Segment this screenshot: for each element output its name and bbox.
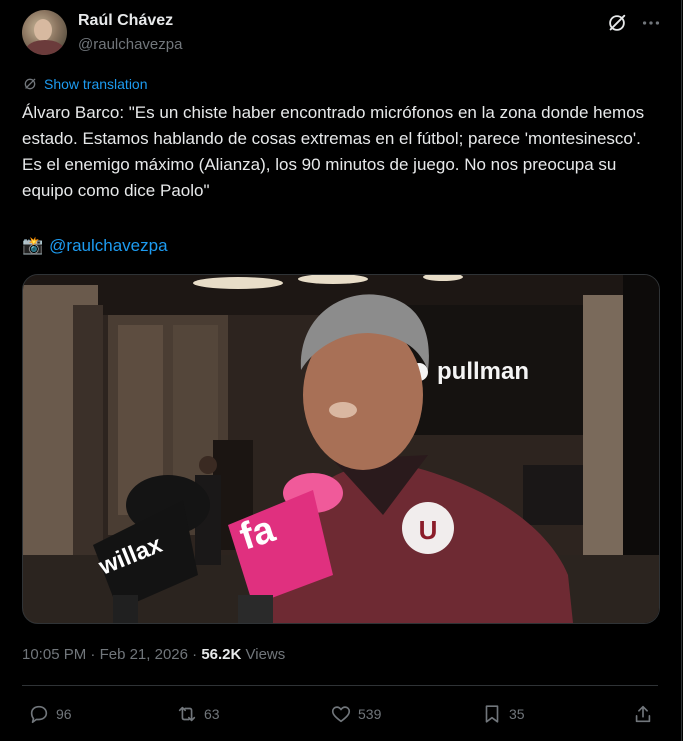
sign-text: pullman [437, 358, 529, 385]
tweet-meta: 10:05 PM · Feb 21, 2026 · 56.2K Views [22, 646, 285, 663]
share-icon [635, 705, 651, 723]
repost-button[interactable]: 63 [176, 701, 220, 727]
avatar[interactable] [22, 10, 67, 55]
photo-credit: 📸 @raulchavezpa [22, 236, 168, 256]
action-divider [22, 685, 658, 686]
tweet-time[interactable]: 10:05 PM [22, 646, 86, 663]
bookmark-count: 35 [509, 706, 525, 722]
shirt-badge-letter: U [419, 515, 438, 545]
views-label: Views [245, 646, 286, 663]
show-translation-label: Show translation [44, 76, 148, 92]
tweet-date[interactable]: Feb 21, 2026 [100, 646, 188, 663]
author-name[interactable]: Raúl Chávez [78, 12, 173, 30]
tweet: Raúl Chávez @raulchavezpa Show translati… [0, 0, 682, 741]
avatar-shirt [26, 40, 64, 55]
heart-icon [331, 706, 351, 723]
media-photo: pullman U willax fa [23, 275, 659, 623]
author-handle[interactable]: @raulchavezpa [78, 36, 182, 53]
camera-flash-icon: 📸 [22, 236, 44, 255]
more-options-icon[interactable] [640, 12, 662, 34]
share-button[interactable] [632, 701, 654, 727]
credit-mention-link[interactable]: @raulchavezpa [49, 236, 167, 256]
views-count: 56.2K [201, 646, 242, 663]
translate-icon [24, 78, 36, 90]
avatar-face [34, 19, 52, 41]
bookmark-button[interactable]: 35 [481, 701, 525, 727]
show-translation-link[interactable]: Show translation [22, 76, 148, 92]
like-button[interactable]: 539 [330, 701, 381, 727]
tweet-text: Álvaro Barco: "Es un chiste haber encont… [22, 103, 649, 200]
tweet-media[interactable]: pullman U willax fa [22, 274, 660, 624]
reply-count: 96 [56, 706, 72, 722]
repost-icon [178, 706, 196, 722]
grok-icon[interactable] [606, 12, 628, 34]
meta-separator: · [90, 646, 96, 663]
repost-count: 63 [204, 706, 220, 722]
like-count: 539 [358, 706, 382, 722]
reply-button[interactable]: 96 [28, 701, 72, 727]
bookmark-icon [485, 705, 499, 723]
meta-separator: · [192, 646, 198, 663]
reply-icon [30, 705, 48, 724]
